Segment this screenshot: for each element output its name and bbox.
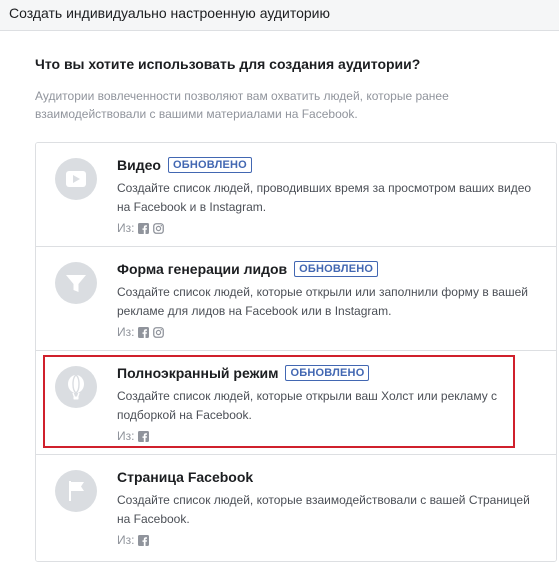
instagram-icon [153,326,165,338]
option-lead-form[interactable]: Форма генерации лидов ОБНОВЛЕНО Создайте… [36,247,556,351]
section-description: Аудитории вовлеченности позволяют вам ох… [35,89,449,121]
option-fullscreen[interactable]: Полноэкранный режим ОБНОВЛЕНО Создайте с… [36,351,556,455]
audience-source-list: Видео ОБНОВЛЕНО Создайте список людей, п… [35,142,557,562]
option-description: Создайте список людей, которые открыли и… [117,285,528,318]
source-label: Из: [117,325,135,339]
option-title: Полноэкранный режим [117,365,279,381]
facebook-icon [138,326,150,338]
option-title: Страница Facebook [117,469,254,485]
option-source: Из: [117,221,165,235]
dialog-header: Создать индивидуально настроенную аудито… [0,0,559,31]
facebook-icon [138,430,150,442]
option-description: Создайте список людей, проводивших время… [117,181,532,214]
flag-icon [55,470,97,512]
option-source: Из: [117,533,150,547]
updated-badge: ОБНОВЛЕНО [294,261,379,277]
source-label: Из: [117,221,135,235]
funnel-icon [55,262,97,304]
section-question: Что вы хотите использовать для создания … [35,56,421,72]
option-description: Создайте список людей, которые открыли в… [117,389,498,422]
facebook-icon [138,222,150,234]
source-label: Из: [117,533,135,547]
video-icon [55,158,97,200]
option-video[interactable]: Видео ОБНОВЛЕНО Создайте список людей, п… [36,143,556,247]
option-title: Видео [117,157,161,173]
option-source: Из: [117,325,165,339]
instagram-icon [153,222,165,234]
updated-badge: ОБНОВЛЕНО [167,157,252,173]
option-title: Форма генерации лидов [117,261,288,277]
balloon-icon [55,366,97,408]
option-description: Создайте список людей, которые взаимодей… [117,493,530,526]
dialog-title: Создать индивидуально настроенную аудито… [9,5,331,21]
option-source: Из: [117,429,150,443]
option-facebook-page[interactable]: Страница Facebook Создайте список людей,… [36,455,556,561]
source-label: Из: [117,429,135,443]
facebook-icon [138,534,150,546]
updated-badge: ОБНОВЛЕНО [285,365,370,381]
